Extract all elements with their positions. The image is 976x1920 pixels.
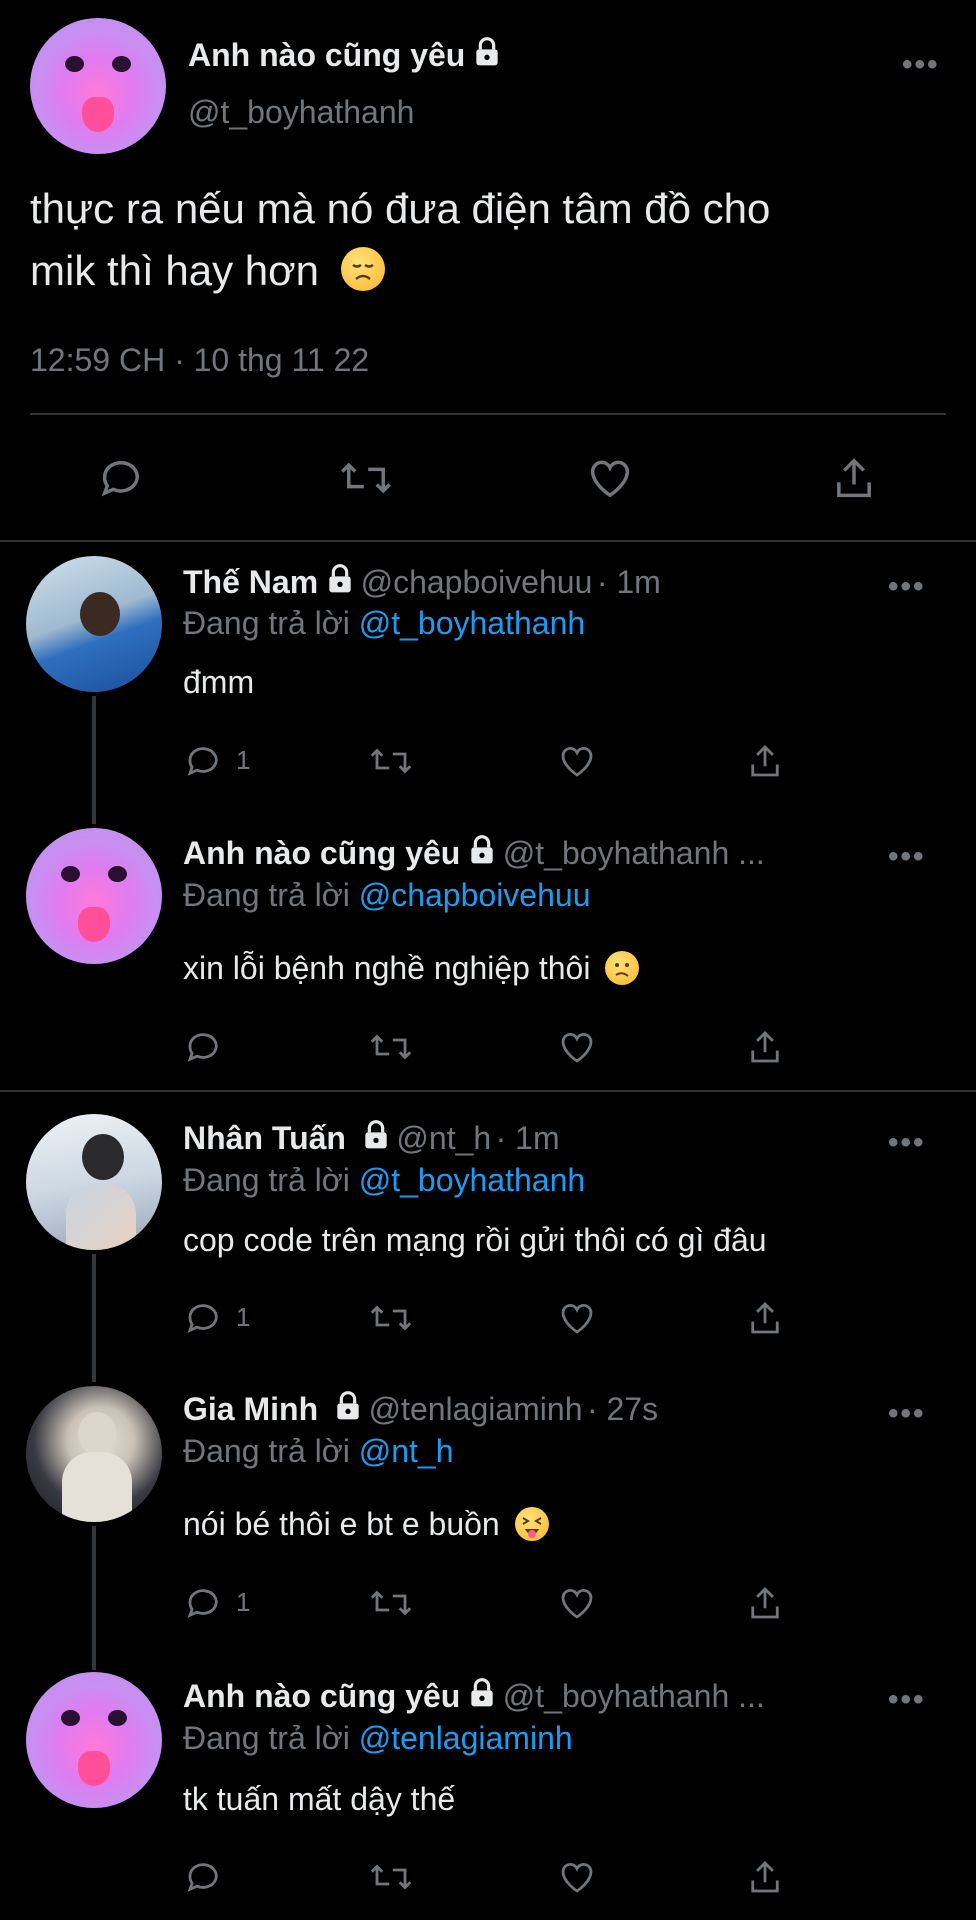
more-icon[interactable]: •••	[888, 840, 926, 874]
reply-header: Nhân Tuấn @nt_h · 1m	[183, 1119, 560, 1157]
reply-icon[interactable]	[183, 1856, 225, 1898]
replying-to: Đang trả lời @t_boyhathanh	[183, 605, 585, 642]
retweet-icon[interactable]	[338, 452, 394, 504]
retweet-icon[interactable]	[368, 1582, 414, 1624]
mention-link[interactable]: @chapboivehuu	[359, 877, 591, 913]
heart-icon[interactable]	[556, 1026, 598, 1068]
author-handle[interactable]: @t_boyhathanh ...	[503, 1678, 765, 1714]
reply-header: Thế Nam @chapboivehuu · 1m	[183, 563, 661, 601]
author-name[interactable]: Anh nào cũng yêu	[183, 1678, 460, 1714]
reply-avatar[interactable]	[26, 1672, 162, 1808]
share-icon[interactable]	[744, 740, 786, 782]
retweet-icon[interactable]	[368, 1297, 414, 1339]
reply-icon[interactable]	[96, 452, 148, 504]
replying-to: Đang trả lời @tenlagiaminh	[183, 1720, 573, 1757]
author-handle[interactable]: @nt_h	[396, 1120, 491, 1156]
reply-text-content: xin lỗi bệnh nghề nghiệp thôi	[183, 950, 591, 986]
lock-icon	[471, 36, 503, 73]
heart-icon[interactable]	[556, 1856, 598, 1898]
share-icon[interactable]	[828, 452, 880, 504]
mention-link[interactable]: @t_boyhathanh	[359, 605, 585, 641]
main-tweet-handle[interactable]: @t_boyhathanh	[188, 94, 414, 131]
lock-icon	[466, 1677, 498, 1714]
reply-time: · 1m	[596, 564, 661, 600]
replying-prefix: Đang trả lời	[183, 1433, 350, 1469]
main-tweet-avatar[interactable]	[30, 18, 166, 154]
heart-icon[interactable]	[556, 1582, 598, 1624]
replying-prefix: Đang trả lời	[183, 605, 350, 641]
reply-text: xin lỗi bệnh nghề nghiệp thôi	[183, 950, 640, 987]
main-tweet-text-line2: mik thì hay hơn	[30, 247, 319, 294]
replying-prefix: Đang trả lời	[183, 877, 350, 913]
reply-header: Gia Minh @tenlagiaminh · 27s	[183, 1390, 658, 1428]
heart-icon[interactable]	[556, 1297, 598, 1339]
reply-icon[interactable]	[183, 1582, 225, 1624]
heart-icon[interactable]	[584, 452, 636, 504]
reply-avatar[interactable]	[26, 1114, 162, 1250]
retweet-icon[interactable]	[368, 1856, 414, 1898]
main-tweet-text: thực ra nếu mà nó đưa điện tâm đồ cho mi…	[30, 178, 770, 302]
reply-header: Anh nào cũng yêu @t_boyhathanh ...	[183, 834, 765, 872]
reply-time: · 27s	[586, 1391, 659, 1427]
main-tweet-author[interactable]: Anh nào cũng yêu	[188, 36, 503, 74]
reply-count: 1	[236, 745, 251, 775]
reply-avatar[interactable]	[26, 556, 162, 692]
disappointed-face-emoji	[340, 247, 385, 291]
mention-link[interactable]: @t_boyhathanh	[359, 1162, 585, 1198]
reply-text: đmm	[183, 664, 255, 700]
author-handle[interactable]: @t_boyhathanh ...	[503, 835, 765, 871]
share-icon[interactable]	[744, 1582, 786, 1624]
reply-time: · 1m	[495, 1120, 560, 1156]
author-name: Anh nào cũng yêu	[188, 37, 466, 73]
author-name[interactable]: Nhân Tuấn	[183, 1120, 346, 1156]
replying-to: Đang trả lời @t_boyhathanh	[183, 1162, 585, 1199]
reply-icon[interactable]	[183, 740, 225, 782]
lock-icon	[360, 1119, 392, 1156]
reply-count: 1	[236, 1302, 251, 1332]
more-icon[interactable]: •••	[902, 48, 940, 82]
author-name[interactable]: Thế Nam	[183, 564, 318, 600]
reply-count: 1	[236, 1587, 251, 1617]
reply-text: cop code trên mạng rồi gửi thôi có gì đâ…	[183, 1222, 767, 1258]
main-tweet-text-line1: thực ra nếu mà nó đưa điện tâm đồ cho	[30, 185, 771, 232]
reply-icon[interactable]	[183, 1026, 225, 1068]
replying-to: Đang trả lời @chapboivehuu	[183, 877, 590, 914]
share-icon[interactable]	[744, 1026, 786, 1068]
replying-prefix: Đang trả lời	[183, 1720, 350, 1756]
confused-face-emoji	[605, 951, 640, 985]
lock-icon	[332, 1390, 364, 1427]
reply-text: tk tuấn mất dậy thế	[183, 1781, 456, 1817]
replying-prefix: Đang trả lời	[183, 1162, 350, 1198]
more-icon[interactable]: •••	[888, 570, 926, 604]
reply-text-content: nói bé thôi e bt e buồn	[183, 1506, 500, 1542]
heart-icon[interactable]	[556, 740, 598, 782]
share-icon[interactable]	[744, 1856, 786, 1898]
squinting-tongue-emoji	[514, 1507, 549, 1541]
author-handle[interactable]: @tenlagiaminh	[369, 1391, 583, 1427]
lock-icon	[324, 563, 356, 600]
share-icon[interactable]	[744, 1297, 786, 1339]
retweet-icon[interactable]	[368, 740, 414, 782]
reply-avatar[interactable]	[26, 1386, 162, 1522]
more-icon[interactable]: •••	[888, 1126, 926, 1160]
more-icon[interactable]: •••	[888, 1397, 926, 1431]
lock-icon	[466, 834, 498, 871]
more-icon[interactable]: •••	[888, 1683, 926, 1717]
author-name[interactable]: Gia Minh	[183, 1391, 318, 1427]
replying-to: Đang trả lời @nt_h	[183, 1433, 453, 1470]
author-handle[interactable]: @chapboivehuu	[361, 564, 593, 600]
mention-link[interactable]: @tenlagiaminh	[359, 1720, 573, 1756]
reply-avatar[interactable]	[26, 828, 162, 964]
retweet-icon[interactable]	[368, 1026, 414, 1068]
author-name[interactable]: Anh nào cũng yêu	[183, 835, 460, 871]
reply-header: Anh nào cũng yêu @t_boyhathanh ...	[183, 1677, 765, 1715]
mention-link[interactable]: @nt_h	[359, 1433, 454, 1469]
reply-icon[interactable]	[183, 1297, 225, 1339]
main-tweet-timestamp[interactable]: 12:59 CH · 10 thg 11 22	[30, 342, 369, 379]
reply-text: nói bé thôi e bt e buồn	[183, 1506, 549, 1543]
